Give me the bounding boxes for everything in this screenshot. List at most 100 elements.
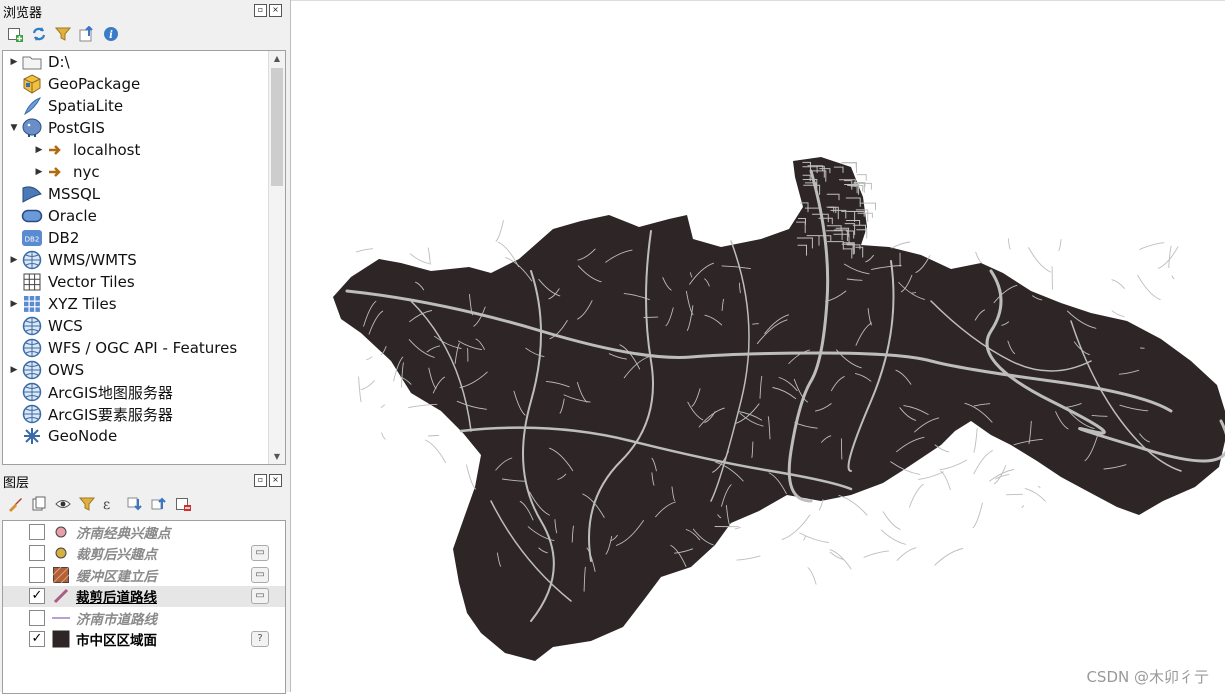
oracle-icon (21, 206, 43, 226)
layer-visibility-checkbox[interactable] (29, 545, 45, 561)
road-line (918, 472, 943, 480)
info-icon[interactable]: i (102, 25, 120, 43)
check-mark-icon: ✓ (32, 588, 43, 603)
point-symbol-icon (52, 523, 70, 541)
expand-arrow-icon[interactable]: ▶ (7, 299, 21, 309)
road-line (467, 465, 476, 489)
close-panel-icon[interactable]: × (269, 4, 282, 17)
scroll-up-icon[interactable]: ▲ (269, 51, 285, 66)
hatched-polygon-symbol-icon (52, 566, 70, 584)
layer-visibility-checkbox[interactable] (29, 524, 45, 540)
close-panel-icon[interactable]: × (269, 474, 282, 487)
point-symbol-icon (52, 544, 70, 562)
filter-icon[interactable] (54, 25, 72, 43)
browser-item-db2[interactable]: DB2DB2 (3, 227, 285, 249)
browser-item-wcs[interactable]: WCS (3, 315, 285, 337)
refresh-icon[interactable] (30, 25, 48, 43)
road-line (935, 445, 949, 452)
road-line (1022, 506, 1024, 508)
road-line (428, 248, 430, 265)
layer-row[interactable]: 缓冲区建立后▭ (3, 564, 285, 586)
browser-tree[interactable]: ▶ D:\ GeoPackageSpatiaLite▼PostGIS▶localho… (2, 50, 286, 465)
browser-item-geonode[interactable]: GeoNode (3, 425, 285, 447)
road-line (808, 568, 816, 585)
collapse-all-icon[interactable] (150, 495, 168, 513)
road-line (425, 440, 445, 463)
add-layer-icon[interactable] (6, 25, 24, 43)
layer-tree[interactable]: 济南经典兴趣点裁剪后兴趣点▭缓冲区建立后▭ ✓ 裁剪后道路线 ▭ 济南市道路线✓市中区区… (2, 520, 286, 694)
temporary-layer-icon[interactable]: ▭ (251, 588, 269, 604)
svg-text:DB2: DB2 (25, 236, 40, 244)
road-line (1059, 240, 1061, 251)
browser-item-postgis[interactable]: ▼PostGIS (3, 117, 285, 139)
layer-row[interactable]: ✓市中区区域面? (3, 629, 285, 651)
watermark-text: CSDN @木卯彳亍 (1086, 666, 1209, 687)
remove-layer-icon[interactable] (174, 495, 192, 513)
scroll-down-icon[interactable]: ▼ (269, 449, 285, 464)
expand-all-icon[interactable] (126, 495, 144, 513)
browser-item-d[interactable]: ▶ D:\ (3, 51, 285, 73)
road-line (974, 451, 993, 474)
expand-arrow-icon[interactable]: ▶ (7, 255, 21, 265)
layer-row[interactable]: ✓ 裁剪后道路线 ▭ (3, 586, 285, 608)
browser-item-arcgis要素服务器[interactable]: ArcGIS要素服务器 (3, 403, 285, 425)
browser-item-wms-wmts[interactable]: ▶WMS/WMTS (3, 249, 285, 271)
float-panel-icon[interactable]: ▫ (254, 4, 267, 17)
road-line (839, 495, 867, 515)
layers-panel: 图层 ▫ × ε (0, 470, 290, 692)
add-group-icon[interactable] (30, 495, 48, 513)
temporary-layer-icon[interactable]: ▭ (251, 567, 269, 583)
road-line (941, 471, 951, 490)
browser-item-mssql[interactable]: MSSQL (3, 183, 285, 205)
globe-icon (21, 404, 43, 424)
browser-item-localhost[interactable]: ▶localhost (3, 139, 285, 161)
road-line (935, 549, 963, 566)
scroll-thumb[interactable] (271, 68, 283, 186)
expression-filter-icon[interactable]: ε (102, 495, 120, 513)
collapse-arrow-icon[interactable]: ▼ (7, 123, 21, 133)
browser-item-arcgis地图服务器[interactable]: ArcGIS地图服务器 (3, 381, 285, 403)
road-line (804, 536, 806, 540)
layer-name: 裁剪后道路线 (76, 586, 157, 606)
browser-item-spatialite[interactable]: SpatiaLite (3, 95, 285, 117)
layer-visibility-checkbox[interactable]: ✓ (29, 631, 45, 647)
browser-item-xyz-tiles[interactable]: ▶XYZ Tiles (3, 293, 285, 315)
unknown-crs-icon[interactable]: ? (251, 631, 269, 647)
road-line (1172, 276, 1174, 279)
layer-visibility-checkbox[interactable] (29, 610, 45, 626)
layer-visibility-checkbox[interactable]: ✓ (29, 588, 45, 604)
layers-panel-title: 图层 (3, 472, 29, 491)
mssql-icon (21, 184, 43, 204)
browser-item-label: D:\ (48, 53, 70, 71)
browser-item-label: nyc (73, 163, 100, 181)
browser-item-geopackage[interactable]: GeoPackage (3, 73, 285, 95)
style-brush-icon[interactable] (6, 495, 24, 513)
temporary-layer-icon[interactable]: ▭ (251, 545, 269, 561)
road-line (897, 548, 916, 561)
browser-item-wfs-ogc-api-features[interactable]: WFS / OGC API - Features (3, 337, 285, 359)
browser-panel-title: 浏览器 (3, 2, 42, 21)
layer-row[interactable]: 济南市道路线 (3, 607, 285, 629)
browser-scrollbar[interactable]: ▲ ▼ (268, 51, 285, 464)
road-line (428, 436, 438, 437)
expand-arrow-icon[interactable]: ▶ (7, 365, 21, 375)
map-canvas[interactable]: CSDN @木卯彳亍 (291, 0, 1225, 693)
browser-item-label: Oracle (48, 207, 97, 225)
filter-legend-icon[interactable] (78, 495, 96, 513)
browser-item-ows[interactable]: ▶OWS (3, 359, 285, 381)
postgis-elephant-icon (21, 118, 43, 138)
expand-arrow-icon[interactable]: ▶ (32, 167, 46, 177)
layer-row[interactable]: 裁剪后兴趣点▭ (3, 543, 285, 565)
globe-icon (21, 316, 43, 336)
float-panel-icon[interactable]: ▫ (254, 474, 267, 487)
layer-row[interactable]: 济南经典兴趣点 (3, 521, 285, 543)
layer-visibility-checkbox[interactable] (29, 567, 45, 583)
visibility-eye-icon[interactable] (54, 495, 72, 513)
browser-item-oracle[interactable]: Oracle (3, 205, 285, 227)
browser-item-vector-tiles[interactable]: Vector Tiles (3, 271, 285, 293)
collapse-all-icon[interactable] (78, 25, 96, 43)
expand-arrow-icon[interactable]: ▶ (7, 57, 21, 67)
expand-arrow-icon[interactable]: ▶ (32, 145, 46, 155)
browser-item-nyc[interactable]: ▶ nyc (3, 161, 285, 183)
connection-icon (46, 140, 68, 160)
